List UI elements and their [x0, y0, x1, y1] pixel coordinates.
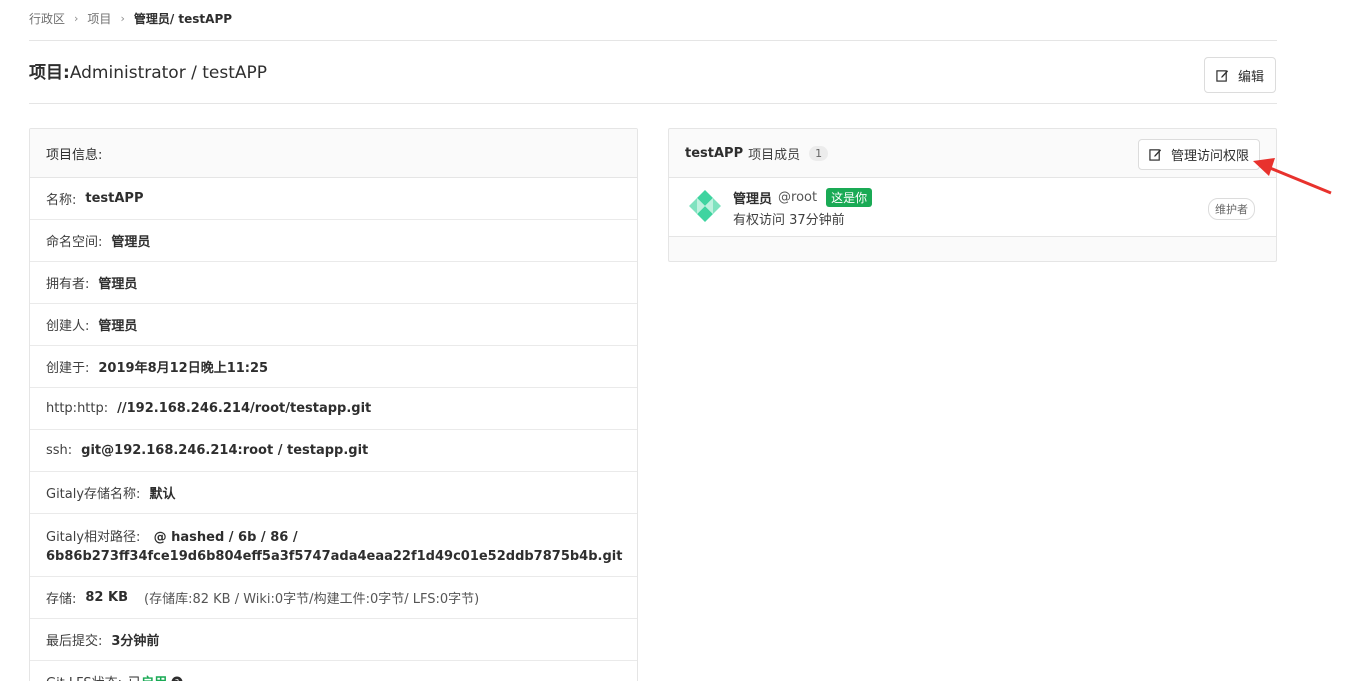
- info-key: 创建于:: [46, 361, 90, 376]
- info-row-gitaly-storage: Gitaly存储名称: 默认: [30, 472, 637, 514]
- member-name[interactable]: 管理员: [733, 188, 772, 207]
- storage-detail: (存储库:82 KB / Wiki:0字节/构建工件:0字节/ LFS:0字节): [144, 592, 480, 607]
- project-info-panel: 项目信息: 名称: testAPP 命名空间: 管理员 拥有者: 管理员 创建人…: [29, 128, 638, 681]
- info-key: 命名空间:: [46, 235, 103, 250]
- info-row-lfs-status: Git LFS状态: 已 启用 ?: [30, 661, 637, 681]
- info-key: 创建人:: [46, 319, 90, 334]
- manage-access-label: 管理访问权限: [1170, 149, 1249, 164]
- info-key: 名称:: [46, 193, 77, 208]
- info-row-storage: 存储: 82 KB (存储库:82 KB / Wiki:0字节/构建工件:0字节…: [30, 577, 637, 619]
- members-count-badge: 1: [809, 145, 829, 161]
- info-value[interactable]: 管理员: [98, 273, 137, 292]
- member-row: 管理员 @root 这是你 有权访问 37分钟前 维护者: [669, 178, 1276, 237]
- page-title: 项目:Administrator / testAPP: [29, 58, 267, 83]
- info-key: ssh:: [46, 443, 73, 458]
- edit-icon: [1216, 69, 1229, 82]
- divider: [29, 40, 1277, 41]
- its-you-badge: 这是你: [826, 188, 873, 207]
- manage-access-button[interactable]: 管理访问权限: [1138, 139, 1260, 170]
- info-value: 2019年8月12日晚上11:25: [98, 361, 269, 376]
- info-row-name: 名称: testAPP: [30, 178, 637, 220]
- lfs-enabled-value: 启用: [141, 672, 167, 681]
- page-title-label: 项目:: [29, 63, 70, 83]
- info-value: testAPP: [85, 191, 144, 206]
- info-value: git@192.168.246.214:root / testapp.git: [81, 443, 369, 458]
- info-row-creator: 创建人: 管理员: [30, 304, 637, 346]
- role-badge: 维护者: [1208, 198, 1255, 220]
- info-key: 拥有者:: [46, 277, 90, 292]
- page-title-value: Administrator / testAPP: [69, 63, 268, 83]
- info-row-owner: 拥有者: 管理员: [30, 262, 637, 304]
- info-value[interactable]: 管理员: [111, 231, 150, 250]
- info-key: Gitaly相对路径:: [46, 530, 141, 545]
- edit-button[interactable]: 编辑: [1204, 57, 1276, 93]
- svg-text:?: ?: [175, 678, 179, 681]
- info-value[interactable]: 管理员: [98, 315, 137, 334]
- breadcrumb: 行政区 › 项目 › 管理员/ testAPP: [29, 9, 232, 27]
- info-key: 最后提交:: [46, 634, 103, 649]
- info-value: 3分钟前: [111, 634, 160, 649]
- project-info-header: 项目信息:: [30, 129, 637, 178]
- chevron-right-icon: ›: [120, 11, 125, 25]
- info-key: http:http:: [46, 401, 109, 416]
- info-value: @ hashed / 6b / 86 /: [153, 530, 298, 545]
- admin-project-page: 行政区 › 项目 › 管理员/ testAPP 项目:Administrator…: [0, 0, 1372, 681]
- info-row-gitaly-path: Gitaly相对路径: @ hashed / 6b / 86 / 6b86b27…: [30, 514, 637, 577]
- info-row-last-commit: 最后提交: 3分钟前: [30, 619, 637, 661]
- breadcrumb-current[interactable]: 管理员/ testAPP: [134, 10, 232, 27]
- breadcrumb-admin-area[interactable]: 行政区: [29, 10, 65, 27]
- info-key: Gitaly存储名称:: [46, 487, 141, 502]
- members-label: 项目成员: [748, 147, 801, 163]
- info-value: 默认: [149, 487, 176, 502]
- chevron-right-icon: ›: [74, 11, 79, 25]
- avatar[interactable]: [685, 186, 725, 226]
- member-access-info: 有权访问 37分钟前: [733, 213, 845, 228]
- divider: [29, 103, 1277, 104]
- edit-button-label: 编辑: [1237, 69, 1264, 85]
- member-username: @root: [778, 190, 818, 205]
- members-project-name: testAPP: [685, 145, 744, 161]
- info-row-http-url: http:http: //192.168.246.214/root/testap…: [30, 388, 637, 430]
- member-name-line: 管理员 @root 这是你: [733, 188, 873, 207]
- gitaly-path-line1: Gitaly相对路径: @ hashed / 6b / 86 /: [46, 526, 298, 545]
- members-header: testAPP 项目成员 1 管理访问权限: [669, 129, 1276, 178]
- info-row-namespace: 命名空间: 管理员: [30, 220, 637, 262]
- edit-icon: [1149, 149, 1162, 161]
- project-members-panel: testAPP 项目成员 1 管理访问权限 管理员 @root 这是你 有权访问…: [668, 128, 1277, 262]
- gitaly-path-line2: 6b86b273ff34fce19d6b804eff5a3f5747ada4ea…: [46, 549, 623, 564]
- info-row-ssh-url: ssh: git@192.168.246.214:root / testapp.…: [30, 430, 637, 472]
- info-key: 存储:: [46, 592, 77, 607]
- info-row-created-at: 创建于: 2019年8月12日晚上11:25: [30, 346, 637, 388]
- question-circle-icon[interactable]: ?: [171, 676, 183, 681]
- info-value: 82 KB: [85, 590, 128, 605]
- breadcrumb-projects[interactable]: 项目: [87, 10, 111, 27]
- lfs-prefix: 已: [128, 672, 141, 681]
- info-key: Git LFS状态:: [46, 672, 122, 681]
- info-value: //192.168.246.214/root/testapp.git: [117, 401, 372, 416]
